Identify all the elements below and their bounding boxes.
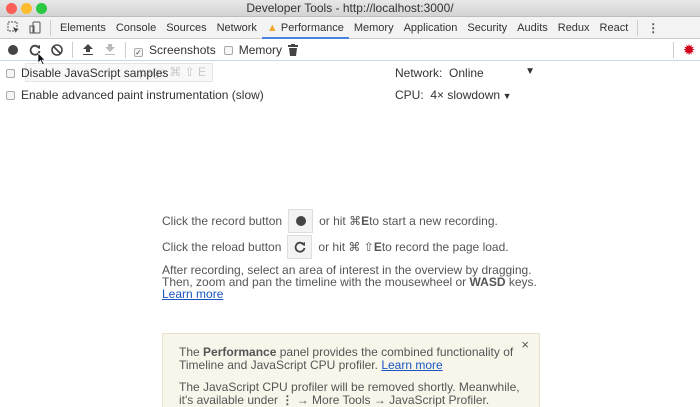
load-profile-button[interactable] xyxy=(77,39,99,61)
tab-network[interactable]: Network xyxy=(212,17,262,39)
device-toolbar-icon[interactable] xyxy=(24,17,46,39)
maximize-window-button[interactable] xyxy=(36,3,47,14)
checkbox-checked[interactable]: ✓ xyxy=(134,47,143,57)
trash-icon[interactable] xyxy=(282,39,304,61)
record-button[interactable] xyxy=(2,39,24,61)
network-value: Online xyxy=(449,66,484,80)
network-label: Network: xyxy=(395,66,443,80)
reload-button-inline[interactable] xyxy=(287,235,313,259)
checkbox-unchecked[interactable] xyxy=(223,45,233,55)
notice-text: Performance xyxy=(203,345,277,359)
instruction-text: to start a new recording. xyxy=(369,214,498,228)
paint-instrumentation-setting[interactable]: Enable advanced paint instrumentation (s… xyxy=(6,88,264,102)
learn-more-link[interactable]: Learn more xyxy=(381,358,442,372)
memory-checkbox[interactable]: Memory xyxy=(223,42,283,57)
divider xyxy=(125,41,126,58)
notice-text: → More Tools → JavaScript Profiler. xyxy=(293,393,490,407)
dropdown-arrow-icon: ▼ xyxy=(525,66,535,77)
network-throttle-select[interactable]: Network: Online ▼ xyxy=(395,66,535,80)
close-notice-button[interactable]: × xyxy=(521,338,529,351)
dropdown-arrow-icon: ▼ xyxy=(500,91,512,101)
warning-icon: ▲ xyxy=(266,21,281,34)
title-bar: Developer Tools - http://localhost:3000/ xyxy=(0,0,700,17)
instruction-text: to record the page load. xyxy=(381,240,509,254)
panel-tabs: Elements Console Sources Network ▲ Perfo… xyxy=(0,17,700,39)
tab-redux[interactable]: Redux xyxy=(553,17,595,39)
tab-memory[interactable]: Memory xyxy=(349,17,399,39)
instruction-text: Click the reload button xyxy=(162,240,282,254)
checkbox-unchecked[interactable] xyxy=(6,91,15,100)
tab-security[interactable]: Security xyxy=(462,17,512,39)
instruction-text: or hit ⌘ ⇧ xyxy=(318,240,374,254)
performance-toolbar: ✓ Screenshots Memory ✹ xyxy=(0,39,700,61)
inspect-element-icon[interactable] xyxy=(2,17,24,39)
divider xyxy=(72,41,73,58)
setting-label: Enable advanced paint instrumentation (s… xyxy=(21,88,264,102)
screenshots-checkbox[interactable]: ✓ Screenshots xyxy=(134,43,216,57)
capture-settings-gear-icon[interactable]: ✹ xyxy=(678,39,700,61)
learn-more-link[interactable]: Learn more xyxy=(162,287,223,301)
shortcut-key: E xyxy=(373,240,382,254)
close-window-button[interactable] xyxy=(6,3,17,14)
save-profile-button[interactable] xyxy=(99,39,121,61)
screenshots-label: Screenshots xyxy=(149,42,216,57)
tab-elements[interactable]: Elements xyxy=(55,17,111,39)
record-button-inline[interactable] xyxy=(288,209,314,233)
cpu-label: CPU: xyxy=(395,88,424,102)
tab-react[interactable]: React xyxy=(595,17,634,39)
window-title: Developer Tools - http://localhost:3000/ xyxy=(246,1,454,15)
deprecation-notice: × The Performance panel provides the com… xyxy=(162,333,540,407)
clear-button[interactable] xyxy=(46,39,68,61)
more-menu-icon: ⋮ xyxy=(281,393,294,407)
shortcut-key: WASD xyxy=(469,275,506,289)
divider xyxy=(673,41,674,58)
divider xyxy=(637,19,639,36)
minimize-window-button[interactable] xyxy=(21,3,32,14)
setting-label: Disable JavaScript samples xyxy=(21,66,169,80)
tab-performance[interactable]: ▲ Performance xyxy=(261,17,349,39)
tab-console[interactable]: Console xyxy=(111,17,161,39)
mouse-cursor-icon xyxy=(38,53,46,65)
cpu-value: 4× slowdown xyxy=(430,88,501,102)
more-menu-icon[interactable]: ⋮ xyxy=(642,17,664,39)
shortcut-key: E xyxy=(361,214,370,228)
tab-sources[interactable]: Sources xyxy=(161,17,211,39)
cpu-throttle-select[interactable]: CPU: 4× slowdown ▼ xyxy=(395,88,511,102)
disable-js-samples-setting[interactable]: Disable JavaScript samples xyxy=(6,66,168,80)
tab-label: Performance xyxy=(280,21,344,34)
tab-audits[interactable]: Audits xyxy=(512,17,553,39)
notice-text: The xyxy=(179,345,204,359)
tab-application[interactable]: Application xyxy=(399,17,463,39)
instruction-text: or hit ⌘ xyxy=(319,214,362,228)
instruction-text: Click the record button xyxy=(162,214,283,228)
checkbox-unchecked[interactable] xyxy=(6,69,15,78)
divider xyxy=(50,19,51,36)
memory-label: Memory xyxy=(238,42,283,57)
landing-instructions: Click the record button or hit ⌘ E to sta… xyxy=(162,208,537,300)
instruction-text: keys. xyxy=(505,275,537,289)
